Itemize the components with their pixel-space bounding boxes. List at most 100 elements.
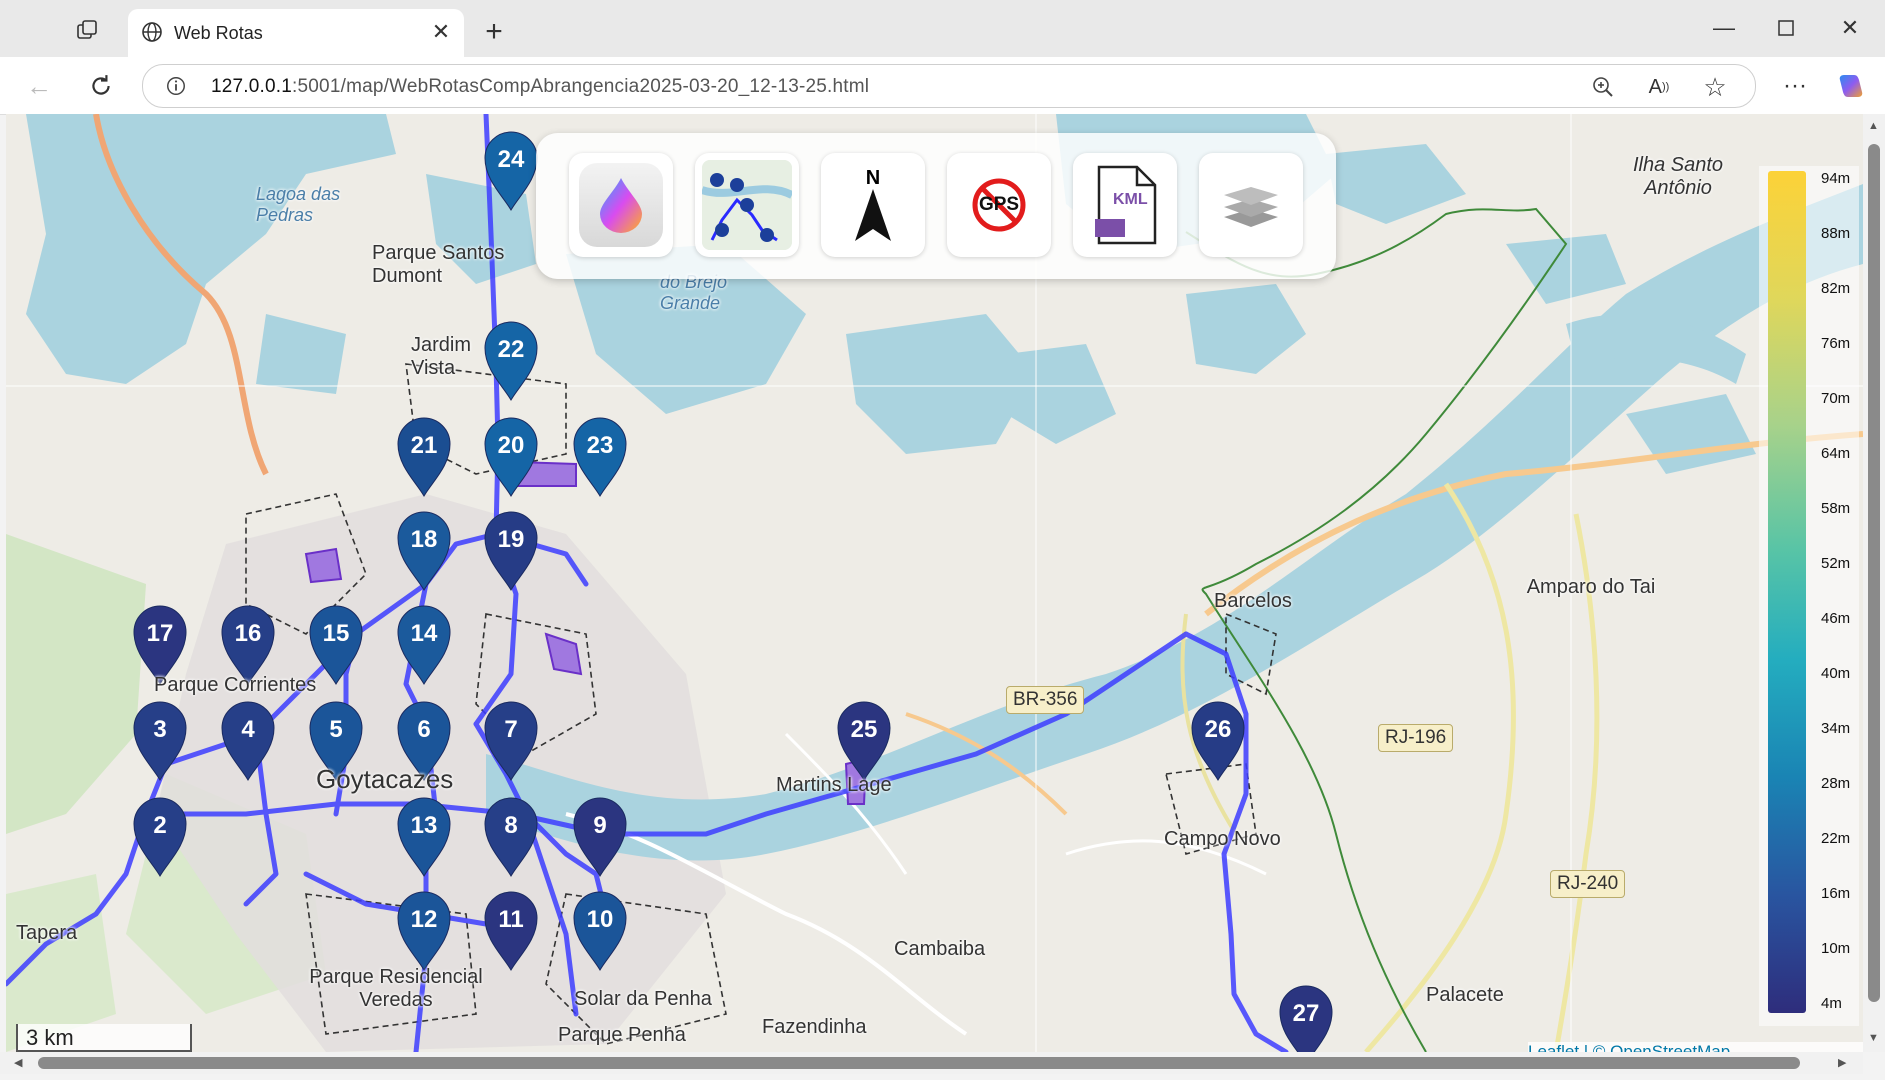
vertical-scrollbar[interactable]: ▲ ▼ — [1863, 114, 1885, 1052]
read-aloud-icon[interactable]: A)) — [1645, 73, 1673, 101]
kml-export-button[interactable]: KML — [1073, 153, 1177, 257]
map-marker-label: 8 — [504, 812, 517, 839]
map-marker-label: 5 — [329, 716, 342, 743]
scroll-left-icon[interactable]: ◀ — [14, 1056, 22, 1069]
map-marker-label: 4 — [241, 716, 255, 743]
horizontal-scrollbar[interactable]: ◀ ▶ — [0, 1052, 1863, 1074]
place-label-ilha-santo-antonio: Ilha Santo Antônio — [1632, 154, 1724, 199]
place-label-corrientes: Parque Corrientes — [154, 674, 317, 696]
map-attribution[interactable]: Leaflet | © OpenStreetMap — [1528, 1042, 1863, 1052]
gps-toggle-button[interactable]: GPS — [947, 153, 1051, 257]
url-host: 127.0.0.1 — [211, 76, 293, 97]
legend-label: 40m — [1821, 665, 1851, 682]
route-map-button[interactable] — [695, 153, 799, 257]
legend-label: 82m — [1821, 280, 1851, 297]
map-marker-label: 14 — [411, 620, 438, 647]
place-label-martins-lage: Martins Lage — [776, 774, 892, 796]
map-marker-label: 6 — [417, 716, 430, 743]
map-marker-label: 10 — [587, 906, 614, 933]
place-label-campo-novo: Campo Novo — [1164, 828, 1281, 850]
map-marker-label: 17 — [147, 620, 174, 647]
new-tab-button[interactable]: + — [478, 15, 510, 48]
place-label-cambaiba: Cambaiba — [894, 938, 986, 960]
map-marker-label: 7 — [504, 716, 517, 743]
map-marker-label: 18 — [411, 526, 438, 553]
tab-actions-icon[interactable] — [72, 16, 102, 46]
place-label-lagoa: Lagoa das Pedras — [256, 184, 341, 225]
map-marker-label: 11 — [498, 906, 523, 933]
place-label-palacete: Palacete — [1426, 984, 1504, 1006]
site-info-icon[interactable] — [163, 73, 189, 99]
map-marker-label: 25 — [851, 716, 878, 743]
scroll-right-icon[interactable]: ▶ — [1838, 1056, 1846, 1069]
kml-label: KML — [1113, 191, 1148, 208]
north-arrow-button[interactable]: N — [821, 153, 925, 257]
map-marker-label: 22 — [498, 336, 525, 363]
legend-label: 88m — [1821, 225, 1851, 242]
map-marker-label: 13 — [411, 812, 438, 839]
url-path: :5001/map/WebRotasCompAbrangencia2025-03… — [292, 76, 870, 97]
elevation-legend: 94m 88m 82m 76m 70m 64m 58m 52m 46m 40m 34m 28m 22m 1… — [1759, 166, 1859, 1026]
legend-label: 64m — [1821, 445, 1851, 462]
browser-toolbar: ← 127.0.0.1:5001/map/WebRotasCompAbrange… — [0, 57, 1885, 115]
legend-label: 76m — [1821, 335, 1851, 352]
zoom-icon[interactable] — [1589, 73, 1617, 101]
map-marker-label: 23 — [587, 432, 614, 459]
legend-label: 10m — [1821, 940, 1851, 957]
map-marker-label: 2 — [153, 812, 166, 839]
tab-title: Web Rotas — [174, 23, 263, 43]
legend-label: 58m — [1821, 500, 1851, 517]
route-map-thumbnail-icon — [702, 160, 792, 250]
copilot-icon[interactable] — [1834, 69, 1868, 103]
map-viewport[interactable]: 24 22 21 20 23 18 19 17 16 15 14 3 4 5 6 7 25 26 2 13 8 9 12 11… — [6, 114, 1863, 1052]
maximize-button[interactable] — [1768, 12, 1804, 44]
browser-tab[interactable]: Web Rotas ✕ — [128, 9, 464, 57]
place-label-parque-penha: Parque Penha — [558, 1024, 686, 1046]
globe-icon — [140, 20, 164, 49]
gps-text: GPS — [978, 194, 1020, 215]
elevation-palette-button[interactable] — [569, 153, 673, 257]
vertical-scroll-thumb[interactable] — [1868, 144, 1880, 1002]
map-marker-label: 20 — [498, 432, 525, 459]
scroll-down-icon[interactable]: ▼ — [1868, 1032, 1879, 1044]
horizontal-scroll-thumb[interactable] — [38, 1057, 1800, 1069]
place-label-veredas: Parque Residencial Veredas — [309, 966, 483, 1011]
scale-bar: 3 km — [16, 1024, 192, 1052]
legend-label: 22m — [1821, 830, 1851, 847]
place-label-tapera: Tapera — [16, 922, 78, 944]
map-marker-label: 19 — [498, 526, 525, 553]
road-shield-rj240: RJ-240 — [1550, 870, 1626, 898]
map-controls-panel: N GPS KML — [536, 133, 1336, 279]
browser-tab-bar: Web Rotas ✕ + — ✕ — [0, 0, 1885, 57]
scroll-up-icon[interactable]: ▲ — [1868, 120, 1879, 132]
place-label-barcelos: Barcelos — [1214, 590, 1292, 612]
legend-label: 34m — [1821, 720, 1851, 737]
tab-close-icon[interactable]: ✕ — [428, 19, 454, 45]
map-marker-label: 16 — [235, 620, 262, 647]
favorite-star-icon[interactable]: ☆ — [1701, 72, 1729, 102]
url-text: 127.0.0.1:5001/map/WebRotasCompAbrangenc… — [211, 76, 869, 98]
legend-label: 28m — [1821, 775, 1851, 792]
map-marker-label: 21 — [411, 432, 438, 459]
place-label-jardim-vista: Jardim Vista — [411, 334, 472, 379]
place-label-amparo: Amparo do Tai — [1526, 576, 1656, 598]
back-icon[interactable]: ← — [22, 69, 56, 103]
place-label-santos-dumont: Parque Santos Dumont — [372, 242, 505, 287]
legend-label: 70m — [1821, 390, 1851, 407]
layers-icon — [1224, 187, 1278, 227]
north-letter: N — [865, 167, 881, 189]
minimize-button[interactable]: — — [1706, 12, 1742, 44]
more-options-icon[interactable]: ··· — [1778, 69, 1812, 103]
road-shield-br356: BR-356 — [1006, 686, 1085, 714]
legend-label: 16m — [1821, 885, 1851, 902]
road-shield-rj196: RJ-196 — [1378, 724, 1454, 752]
legend-label: 52m — [1821, 555, 1851, 572]
address-bar[interactable]: 127.0.0.1:5001/map/WebRotasCompAbrangenc… — [142, 64, 1756, 108]
legend-label: 4m — [1821, 995, 1842, 1012]
layers-button[interactable] — [1199, 153, 1303, 257]
map-marker-label: 27 — [1293, 1000, 1320, 1027]
close-window-button[interactable]: ✕ — [1832, 12, 1868, 44]
map-marker-label: 26 — [1205, 716, 1232, 743]
legend-label: 46m — [1821, 610, 1851, 627]
reload-icon[interactable] — [84, 69, 118, 103]
